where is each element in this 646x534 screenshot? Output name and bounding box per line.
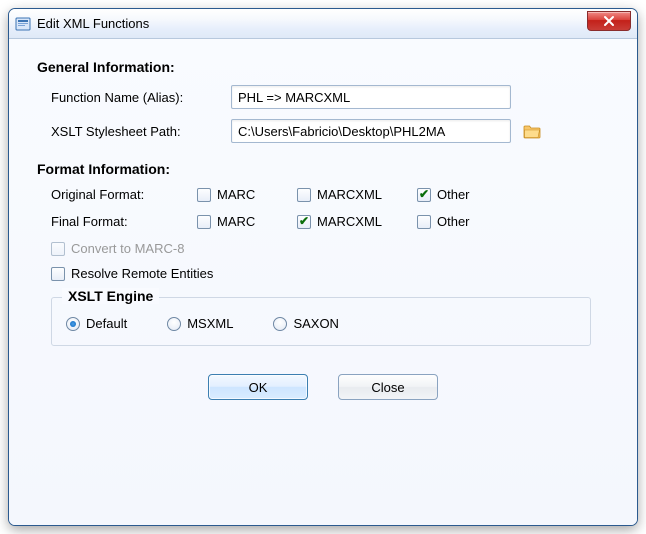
format-heading: Format Information: — [37, 161, 609, 177]
xslt-engine-heading: XSLT Engine — [62, 288, 159, 304]
ok-button[interactable]: OK — [208, 374, 308, 400]
final-other-checkbox[interactable] — [417, 215, 431, 229]
engine-saxon-radio[interactable] — [273, 317, 287, 331]
app-icon — [15, 16, 31, 32]
function-name-label: Function Name (Alias): — [51, 90, 231, 105]
folder-icon — [523, 124, 541, 139]
browse-path-button[interactable] — [521, 120, 543, 142]
dialog-content: General Information: Function Name (Alia… — [9, 39, 637, 525]
final-other-label: Other — [437, 214, 470, 229]
final-marc-checkbox[interactable] — [197, 215, 211, 229]
final-marc-label: MARC — [217, 214, 255, 229]
stylesheet-path-label: XSLT Stylesheet Path: — [51, 124, 231, 139]
engine-default-radio[interactable] — [66, 317, 80, 331]
xslt-engine-group: XSLT Engine Default MSXML SAXON — [51, 297, 591, 346]
engine-msxml-label: MSXML — [187, 316, 233, 331]
close-button[interactable] — [587, 11, 631, 31]
final-format-label: Final Format: — [51, 214, 197, 229]
dialog-window: Edit XML Functions General Information: … — [8, 8, 638, 526]
original-marc-checkbox[interactable] — [197, 188, 211, 202]
resolve-entities-checkbox[interactable] — [51, 267, 65, 281]
close-icon — [603, 15, 615, 27]
engine-saxon-label: SAXON — [293, 316, 339, 331]
final-marcxml-checkbox[interactable] — [297, 215, 311, 229]
close-dialog-button[interactable]: Close — [338, 374, 438, 400]
resolve-entities-label: Resolve Remote Entities — [71, 266, 213, 281]
convert-marc8-checkbox — [51, 242, 65, 256]
convert-marc8-label: Convert to MARC-8 — [71, 241, 184, 256]
function-name-input[interactable] — [231, 85, 511, 109]
original-marcxml-label: MARCXML — [317, 187, 382, 202]
engine-default-label: Default — [86, 316, 127, 331]
original-other-label: Other — [437, 187, 470, 202]
original-marcxml-checkbox[interactable] — [297, 188, 311, 202]
window-title: Edit XML Functions — [37, 16, 149, 31]
final-marcxml-label: MARCXML — [317, 214, 382, 229]
original-other-checkbox[interactable] — [417, 188, 431, 202]
original-format-label: Original Format: — [51, 187, 197, 202]
stylesheet-path-input[interactable] — [231, 119, 511, 143]
engine-msxml-radio[interactable] — [167, 317, 181, 331]
general-heading: General Information: — [37, 59, 609, 75]
original-marc-label: MARC — [217, 187, 255, 202]
titlebar[interactable]: Edit XML Functions — [9, 9, 637, 39]
